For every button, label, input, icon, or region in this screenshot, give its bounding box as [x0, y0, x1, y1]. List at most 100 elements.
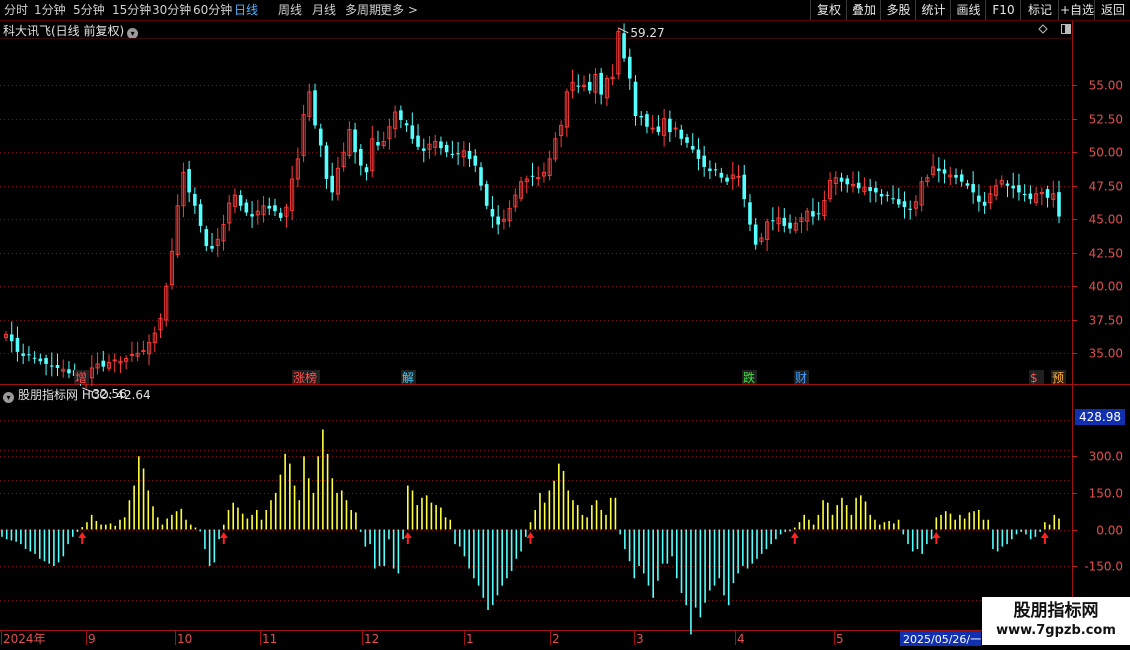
date-axis-label: 11 — [262, 632, 277, 646]
candle-body — [788, 222, 792, 229]
candle-body — [879, 194, 884, 197]
candle-body — [32, 357, 37, 359]
candle-body — [816, 213, 821, 215]
candle-body — [416, 135, 420, 147]
price-axis-label: 45.00 — [1089, 213, 1123, 227]
candle-body — [627, 56, 632, 79]
price-axis-label: 37.50 — [1089, 314, 1123, 328]
candle-body — [645, 114, 649, 127]
event-marker-3[interactable]: 跌 — [743, 370, 755, 385]
candle-body — [771, 220, 775, 222]
candle-body — [753, 224, 758, 245]
chart-canvas[interactable]: 55.0052.5050.0047.5045.0042.5040.0037.50… — [0, 0, 1130, 650]
candle-body — [49, 365, 54, 367]
candle-body — [639, 116, 644, 118]
event-marker-4[interactable]: 财 — [795, 371, 807, 385]
candle-body — [1045, 189, 1050, 198]
date-axis-label: 2 — [552, 632, 560, 646]
candle-body — [198, 204, 203, 226]
candle-body — [27, 354, 31, 356]
date-cursor-label: 2025/05/26/一 — [903, 633, 981, 646]
date-axis-label: 2024年 — [3, 632, 46, 646]
buy-signal-arrow-icon — [219, 532, 228, 544]
candle-body — [668, 118, 672, 133]
candle-body — [15, 337, 20, 352]
buy-signal-arrow-icon — [790, 532, 799, 544]
candle-body — [982, 201, 987, 206]
date-axis-label: 9 — [88, 632, 96, 646]
low-price-label: 32.56 — [92, 387, 126, 401]
candle-body — [67, 369, 71, 374]
watermark-title: 股朋指标网 — [1013, 601, 1099, 621]
candle-body — [633, 81, 638, 117]
date-axis-label: 12 — [364, 632, 379, 646]
current-value-label: 428.98 — [1079, 410, 1121, 424]
watermark-url: www.7gpzb.com — [996, 623, 1116, 638]
candle-body — [376, 142, 380, 146]
candle-body — [587, 81, 592, 91]
candle-body — [44, 358, 48, 364]
candle-body — [21, 353, 25, 356]
candle-body — [410, 125, 415, 139]
candle-body — [902, 201, 907, 208]
candle-body — [490, 209, 495, 217]
candle-body — [725, 177, 729, 182]
candle-body — [1022, 194, 1027, 196]
candle-body — [811, 211, 815, 217]
candle-body — [9, 334, 14, 342]
event-marker-2[interactable]: 解 — [402, 371, 414, 385]
event-marker-5[interactable]: $ — [1030, 371, 1038, 385]
candle-body — [656, 126, 661, 133]
candle-body — [484, 184, 489, 206]
candle-body — [353, 129, 357, 153]
candle-body — [399, 110, 403, 121]
event-marker-0[interactable]: 增 — [75, 371, 87, 385]
candle-body — [719, 172, 724, 178]
candle-body — [364, 167, 369, 173]
candle-body — [908, 208, 913, 210]
high-price-label: 59.27 — [630, 26, 664, 40]
candle-body — [690, 146, 695, 150]
candle-body — [479, 167, 483, 186]
candle-body — [101, 360, 106, 367]
buy-signal-arrow-icon — [932, 532, 941, 544]
candle-body — [278, 212, 283, 218]
candle-body — [891, 198, 895, 200]
diamond-icon — [1038, 24, 1048, 34]
candle-body — [1017, 185, 1021, 193]
candle-body — [896, 199, 901, 205]
price-axis-label: 42.50 — [1089, 247, 1123, 261]
candle-body — [273, 205, 277, 212]
candle-body — [1028, 193, 1033, 200]
price-axis-label: 52.50 — [1089, 113, 1123, 127]
candle-body — [250, 214, 254, 217]
candle-body — [748, 202, 752, 225]
candle-body — [839, 177, 844, 182]
buy-signal-arrow-icon — [1040, 532, 1049, 544]
date-axis-label: 4 — [737, 632, 745, 646]
candle-body — [55, 364, 60, 368]
candle-body — [450, 153, 455, 155]
candle-body — [937, 168, 941, 171]
candle-body — [467, 150, 472, 159]
candle-body — [679, 129, 684, 139]
candle-body — [845, 178, 850, 185]
candle-body — [708, 168, 712, 171]
indicator-axis-label: 150.0 — [1089, 487, 1123, 501]
candle-body — [959, 174, 964, 182]
candle-body — [965, 183, 970, 186]
window-icon-half — [1065, 25, 1070, 33]
candle-body — [267, 205, 272, 209]
date-axis-label: 10 — [177, 632, 192, 646]
candle-body — [702, 155, 706, 167]
date-axis-label: 5 — [836, 632, 844, 646]
buy-signal-arrow-icon — [78, 532, 87, 544]
candle-body — [318, 128, 323, 146]
price-axis-label: 55.00 — [1089, 79, 1123, 93]
candle-body — [456, 153, 460, 155]
candle-body — [1011, 185, 1016, 189]
candle-body — [622, 33, 626, 59]
event-marker-6[interactable]: 预 — [1052, 371, 1064, 385]
candle-body — [576, 85, 581, 87]
event-marker-1[interactable]: 涨榜 — [293, 370, 317, 385]
